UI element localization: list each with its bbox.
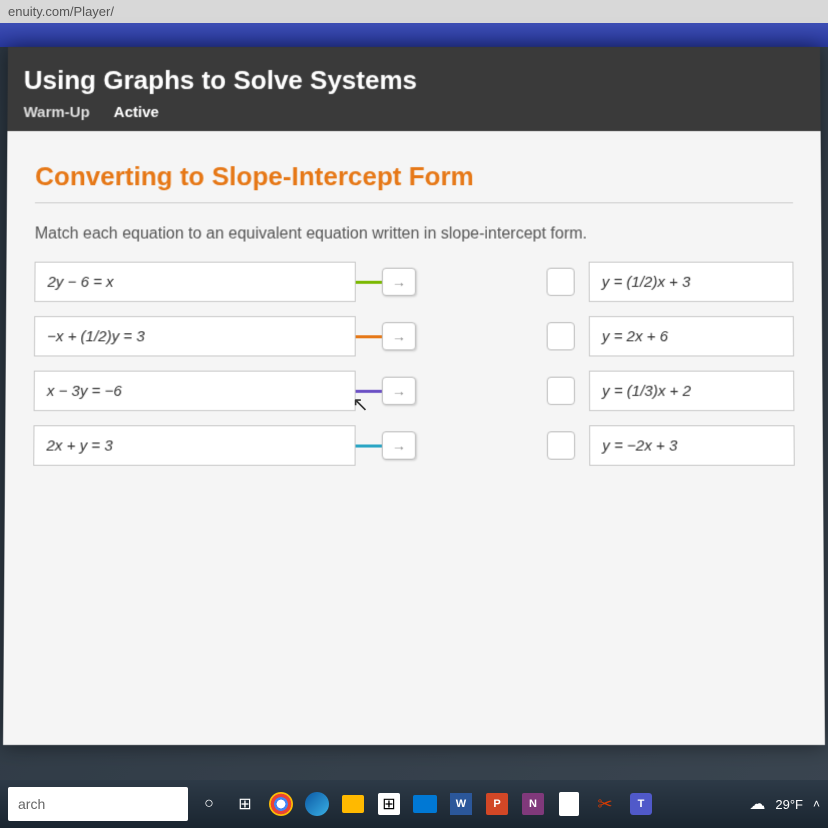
connector-4: [356, 425, 547, 466]
drop-target-3[interactable]: [547, 377, 575, 405]
tab-warm-up[interactable]: Warm-Up: [23, 104, 89, 121]
connector-handle-4[interactable]: [382, 431, 416, 459]
calculator-icon[interactable]: [554, 789, 584, 819]
drop-targets-column: [546, 262, 589, 480]
target-equation-4[interactable]: y = −2x + 3: [589, 425, 795, 466]
system-tray[interactable]: ☁ 29°F ˄: [749, 794, 820, 814]
lesson-title: Using Graphs to Solve Systems: [24, 65, 805, 96]
edge-icon[interactable]: [302, 789, 332, 819]
drop-target-4[interactable]: [547, 431, 575, 459]
connector-handle-2[interactable]: [382, 322, 416, 350]
source-equation-2[interactable]: −x + (1/2)y = 3: [34, 316, 356, 356]
source-equation-3[interactable]: x − 3y = −6: [34, 371, 356, 411]
cortana-icon[interactable]: ○: [194, 789, 224, 819]
browser-toolbar: [0, 23, 828, 47]
connector-1: [356, 262, 547, 302]
connector-line-4: [356, 444, 384, 447]
microsoft-store-icon[interactable]: ⊞: [374, 789, 404, 819]
lesson-header: Using Graphs to Solve Systems Warm-Up Ac…: [7, 47, 820, 131]
target-equation-2[interactable]: y = 2x + 6: [589, 316, 794, 356]
connector-handle-1[interactable]: [382, 268, 416, 296]
teams-icon[interactable]: T: [626, 789, 656, 819]
target-equation-1[interactable]: y = (1/2)x + 3: [589, 262, 794, 302]
file-explorer-icon[interactable]: [338, 789, 368, 819]
section-title: Converting to Slope-Intercept Form: [35, 161, 793, 203]
connectors-column: [356, 262, 547, 480]
powerpoint-icon[interactable]: P: [482, 789, 512, 819]
task-view-icon[interactable]: ⊞: [230, 789, 260, 819]
connector-line-1: [356, 280, 384, 283]
source-equation-4[interactable]: 2x + y = 3: [33, 425, 355, 466]
weather-temp: 29°F: [775, 797, 803, 812]
connector-2: [356, 316, 547, 356]
drop-target-1[interactable]: [547, 268, 575, 296]
weather-icon: ☁: [749, 794, 765, 814]
content-area: Converting to Slope-Intercept Form Match…: [3, 131, 825, 745]
instruction-text: Match each equation to an equivalent equ…: [35, 225, 794, 243]
drop-target-2[interactable]: [547, 322, 575, 350]
taskbar-search[interactable]: arch: [8, 787, 188, 821]
lesson-tabs: Warm-Up Active: [23, 104, 804, 121]
word-icon[interactable]: W: [446, 789, 476, 819]
target-equation-3[interactable]: y = (1/3)x + 2: [589, 371, 794, 411]
windows-taskbar[interactable]: arch ○ ⊞ ⊞ W P N ✂ T ☁ 29°F ˄: [0, 780, 828, 828]
matching-activity: 2y − 6 = x −x + (1/2)y = 3 x − 3y = −6 2…: [33, 262, 795, 480]
onenote-icon[interactable]: N: [518, 789, 548, 819]
tab-active[interactable]: Active: [114, 104, 159, 121]
lesson-player: Using Graphs to Solve Systems Warm-Up Ac…: [3, 47, 825, 745]
search-placeholder: arch: [18, 796, 45, 812]
url-text: enuity.com/Player/: [8, 4, 114, 19]
connector-3: [356, 371, 547, 411]
connector-line-3: [356, 389, 384, 392]
connector-line-2: [356, 335, 384, 338]
source-equations-column: 2y − 6 = x −x + (1/2)y = 3 x − 3y = −6 2…: [33, 262, 356, 480]
tray-expand-icon[interactable]: ˄: [813, 797, 820, 811]
source-equation-1[interactable]: 2y − 6 = x: [34, 262, 355, 302]
target-equations-column: y = (1/2)x + 3 y = 2x + 6 y = (1/3)x + 2…: [589, 262, 795, 480]
connector-handle-3[interactable]: [382, 377, 416, 405]
browser-url-bar[interactable]: enuity.com/Player/: [0, 0, 828, 23]
snip-icon[interactable]: ✂: [590, 789, 620, 819]
chrome-icon[interactable]: [266, 789, 296, 819]
mail-icon[interactable]: [410, 789, 440, 819]
